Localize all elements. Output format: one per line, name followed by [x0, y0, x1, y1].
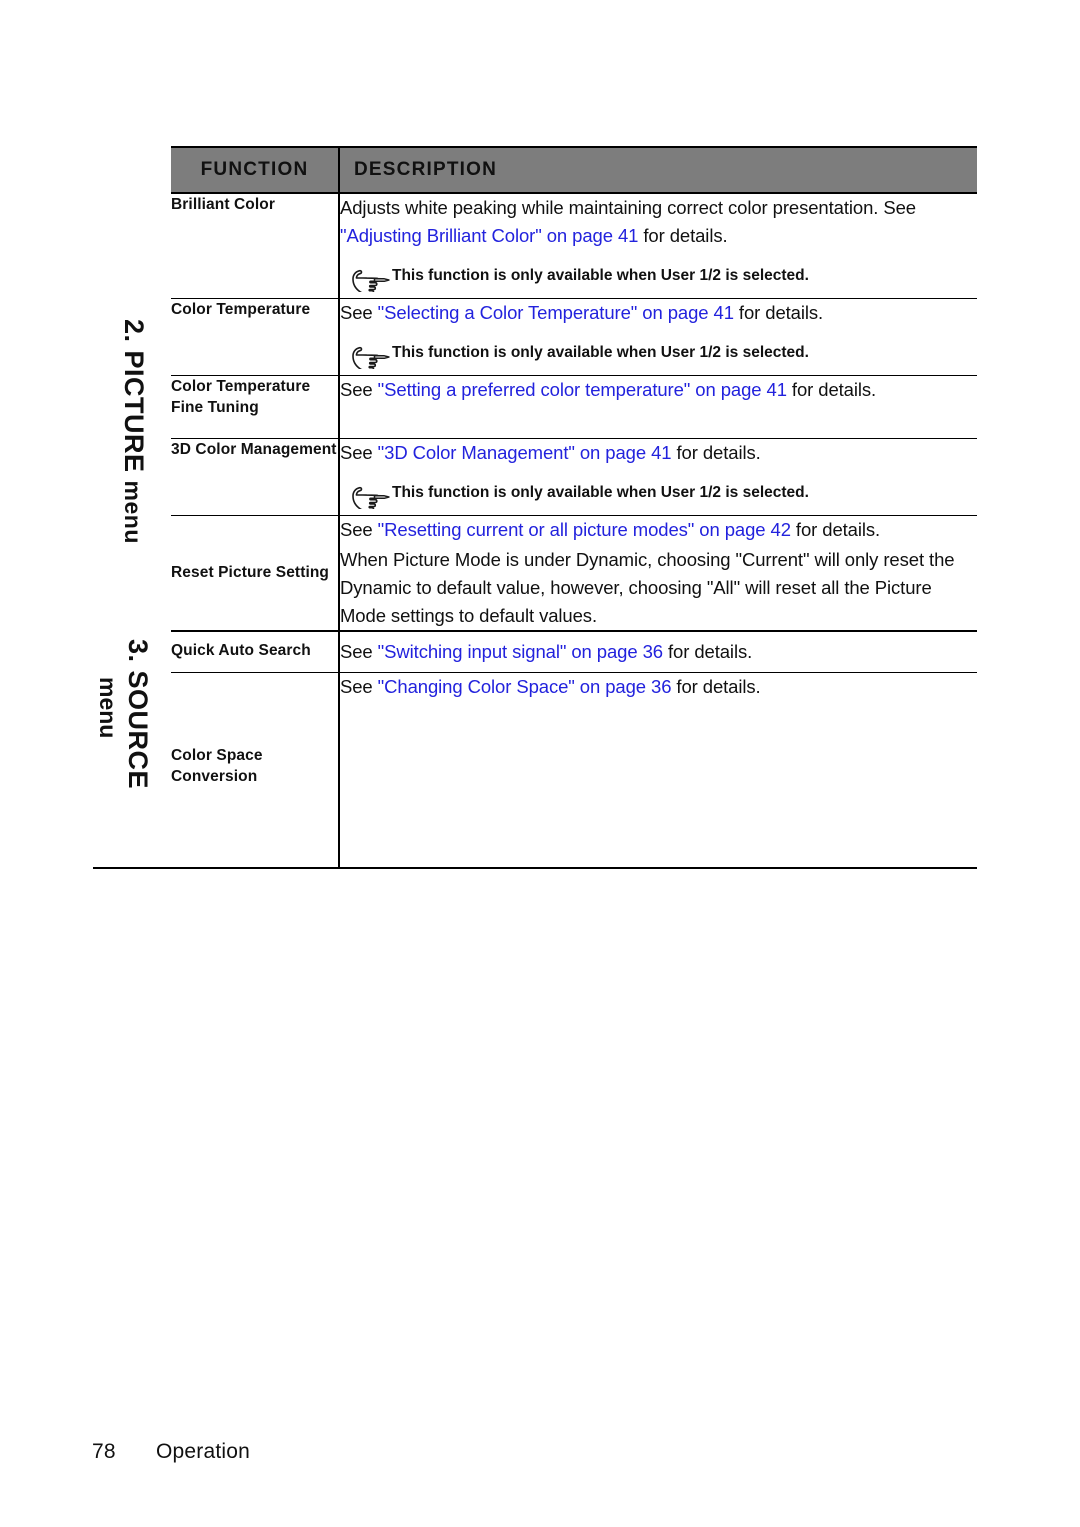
description-text: See — [340, 302, 378, 323]
table-row: Color Temperature See "Selecting a Color… — [93, 298, 977, 376]
description-paragraph: See "Changing Color Space" on page 36 fo… — [340, 673, 977, 701]
description-paragraph: See "Selecting a Color Temperature" on p… — [340, 299, 977, 327]
description-body: See "Setting a preferred color temperatu… — [340, 376, 977, 404]
description-text: See — [883, 197, 916, 218]
table-row: Color Space Conversion See "Changing Col… — [93, 672, 977, 869]
description-cell: See "Resetting current or all picture mo… — [339, 515, 977, 632]
availability-note-text: This function is only available when Use… — [392, 344, 809, 361]
description-paragraph: When Picture Mode is under Dynamic, choo… — [340, 546, 977, 630]
cross-reference-link[interactable]: "Switching input signal" on page 36 — [378, 641, 663, 662]
function-label: Color Space Conversion — [171, 747, 263, 785]
table-row: 3. SOURCE menu Quick Auto Search See "Sw… — [93, 631, 977, 869]
cross-reference-link[interactable]: "Changing Color Space" on page 36 — [378, 676, 672, 697]
menu-column-header-spacer — [93, 147, 171, 193]
description-text: for details. — [671, 676, 761, 697]
availability-note: This function is only available when Use… — [340, 264, 977, 292]
description-text: for details. — [790, 519, 881, 540]
table-row: Color Temperature Fine Tuning See "Setti… — [93, 375, 977, 439]
description-cell: See "Changing Color Space" on page 36 fo… — [339, 672, 977, 869]
picture-menu-rotated-block: 2. PICTURE menu — [93, 193, 171, 631]
description-text: See — [340, 442, 378, 463]
cross-reference-link[interactable]: "Adjusting Brilliant Color" on page 41 — [340, 225, 638, 246]
page-footer: 78 Operation — [92, 1440, 250, 1464]
description-cell: See "Selecting a Color Temperature" on p… — [339, 298, 977, 376]
description-cell: See "3D Color Management" on page 41 for… — [339, 438, 977, 516]
source-menu-label-main: 3. SOURCE — [123, 639, 153, 790]
description-text: for details. — [733, 302, 824, 323]
description-body: See "Changing Color Space" on page 36 fo… — [340, 673, 977, 701]
spec-table: FUNCTION DESCRIPTION 2. PICTURE menu Bri… — [93, 146, 977, 869]
table-header-row: FUNCTION DESCRIPTION — [93, 146, 977, 194]
source-menu-label-cell: 3. SOURCE menu — [93, 631, 171, 869]
picture-menu-label: 2. PICTURE menu — [118, 319, 149, 544]
picture-menu-label-main: 2. PICTURE — [119, 319, 149, 473]
function-column-header: FUNCTION — [171, 146, 340, 194]
description-paragraph: See "Setting a preferred color temperatu… — [340, 376, 977, 404]
table-row: 3D Color Management See "3D Color Manage… — [93, 438, 977, 516]
description-column-header: DESCRIPTION — [339, 146, 977, 194]
pointing-hand-icon — [346, 483, 392, 509]
function-label: Brilliant Color — [171, 196, 275, 213]
cross-reference-link[interactable]: "3D Color Management" on page 41 — [378, 442, 672, 463]
description-text: See — [340, 676, 378, 697]
description-text: Adjusts white peaking while maintaining … — [340, 197, 879, 218]
table-row: Reset Picture Setting See "Resetting cur… — [93, 515, 977, 632]
description-column-header-label: DESCRIPTION — [354, 159, 498, 180]
cross-reference-link[interactable]: "Setting a preferred color temperature" … — [378, 379, 787, 400]
function-label: Reset Picture Setting — [171, 564, 330, 581]
source-menu-label-suffix: menu — [95, 677, 121, 739]
document-page: FUNCTION DESCRIPTION 2. PICTURE menu Bri… — [0, 0, 1080, 1527]
description-cell: Adjusts white peaking while maintaining … — [339, 193, 977, 299]
pointing-hand-icon — [346, 266, 392, 292]
function-cell: Reset Picture Setting — [171, 515, 340, 632]
source-menu-rotated-block: 3. SOURCE menu — [93, 631, 171, 867]
description-text: See — [340, 641, 378, 662]
availability-note: This function is only available when Use… — [340, 341, 977, 369]
picture-menu-label-cell: 2. PICTURE menu — [93, 193, 171, 631]
description-cell: See "Setting a preferred color temperatu… — [339, 375, 977, 439]
function-cell: Quick Auto Search — [171, 631, 340, 673]
description-paragraph: See "Resetting current or all picture mo… — [340, 516, 977, 544]
description-text: for details. — [671, 442, 761, 463]
description-paragraph: See "Switching input signal" on page 36 … — [340, 638, 977, 666]
function-cell: Color Temperature Fine Tuning — [171, 375, 340, 439]
description-text: for details. — [786, 379, 877, 400]
function-cell: 3D Color Management — [171, 438, 340, 516]
availability-note-text: This function is only available when Use… — [392, 484, 809, 501]
function-column-header-label: FUNCTION — [200, 159, 309, 180]
description-cell: See "Switching input signal" on page 36 … — [339, 631, 977, 673]
page-section-name: Operation — [156, 1440, 251, 1463]
description-body: See "Switching input signal" on page 36 … — [340, 638, 977, 666]
menu-reference-table: FUNCTION DESCRIPTION 2. PICTURE menu Bri… — [93, 146, 977, 869]
description-body: See "3D Color Management" on page 41 for… — [340, 439, 977, 509]
availability-note-text: This function is only available when Use… — [392, 267, 809, 284]
description-body: Adjusts white peaking while maintaining … — [340, 194, 977, 292]
description-body: See "Selecting a Color Temperature" on p… — [340, 299, 977, 369]
function-label: Color Temperature — [171, 301, 311, 318]
picture-menu-label-suffix: menu — [120, 480, 146, 544]
cross-reference-link[interactable]: "Selecting a Color Temperature" on page … — [378, 302, 734, 323]
function-cell: Color Temperature — [171, 298, 340, 376]
availability-note: This function is only available when Use… — [340, 481, 977, 509]
table-row: 2. PICTURE menu Brilliant Color Adjusts … — [93, 193, 977, 544]
page-number: 78 — [92, 1440, 116, 1463]
description-text: for details. — [638, 225, 728, 246]
description-paragraph: See "3D Color Management" on page 41 for… — [340, 439, 977, 467]
cross-reference-link[interactable]: "Resetting current or all picture modes"… — [378, 519, 791, 540]
function-label: 3D Color Management — [171, 441, 337, 458]
function-cell: Brilliant Color — [171, 193, 340, 299]
function-label: Quick Auto Search — [171, 642, 311, 659]
function-cell: Color Space Conversion — [171, 672, 340, 869]
pointing-hand-icon — [346, 343, 392, 369]
description-text: See — [340, 379, 378, 400]
description-text: See — [340, 519, 378, 540]
function-label: Color Temperature Fine Tuning — [171, 378, 311, 416]
description-text: for details. — [662, 641, 753, 662]
description-text: When Picture Mode is under Dynamic, choo… — [340, 549, 955, 626]
description-body: See "Resetting current or all picture mo… — [340, 516, 977, 630]
description-paragraph: Adjusts white peaking while maintaining … — [340, 194, 977, 250]
